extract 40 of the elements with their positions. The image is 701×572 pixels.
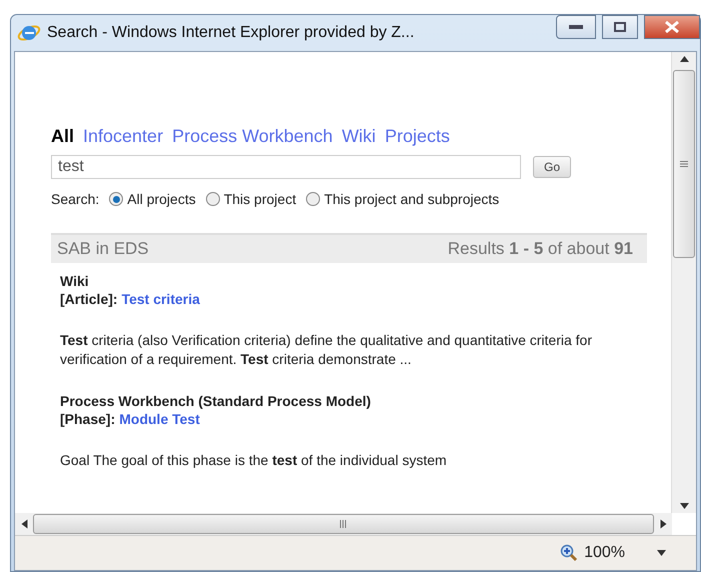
radio-button[interactable] <box>109 192 124 206</box>
scroll-thumb[interactable] <box>673 70 695 258</box>
scroll-left-icon[interactable] <box>21 520 27 528</box>
result-link[interactable]: Module Test <box>119 411 200 427</box>
search-label: Search: <box>51 191 100 207</box>
vertical-scrollbar[interactable] <box>671 52 696 513</box>
dropdown-caret-icon[interactable] <box>657 550 666 556</box>
result-type: [Article]: <box>60 291 118 307</box>
result-link[interactable]: Test criteria <box>122 291 200 307</box>
window-title: Search - Windows Internet Explorer provided by Z... <box>47 24 416 42</box>
project-name: SAB in EDS <box>57 239 149 259</box>
radio-label: This project and subprojects <box>324 191 500 207</box>
close-button[interactable] <box>644 15 700 39</box>
minimize-icon <box>569 25 583 29</box>
radio-button[interactable] <box>306 192 320 206</box>
close-icon <box>665 21 679 33</box>
result-type: [Phase]: <box>60 411 116 427</box>
search-tab[interactable]: All <box>51 126 74 147</box>
search-tab[interactable]: Wiki <box>342 126 376 147</box>
go-button[interactable]: Go <box>533 156 572 178</box>
search-tab[interactable]: Process Workbench <box>172 126 333 147</box>
result-source: Process Workbench (Standard Process Model) <box>60 393 371 409</box>
maximize-button[interactable] <box>602 15 638 39</box>
scroll-down-icon[interactable] <box>680 503 688 509</box>
search-tab[interactable]: Projects <box>384 126 450 147</box>
result-source: Wiki <box>60 273 89 289</box>
result-snippet: Test criteria (also Verification criteria) define the qualitative and quantitative criteria for verification of a requirement. Test criteria demonstrate ... <box>60 331 593 369</box>
maximize-icon <box>614 22 626 32</box>
search-tab[interactable]: Infocenter <box>83 126 164 147</box>
results-count: Results 1 - 5 of about 91 <box>448 239 633 259</box>
radio-label: All projects <box>127 191 196 207</box>
minimize-button[interactable] <box>556 15 596 39</box>
scroll-up-icon[interactable] <box>680 56 688 62</box>
zoom-icon[interactable] <box>560 544 578 562</box>
scroll-right-icon[interactable] <box>660 520 666 528</box>
result-snippet: Goal The goal of this phase is the test of the individual system <box>60 451 448 470</box>
search-field[interactable]: test <box>51 155 521 179</box>
radio-label: This project <box>224 191 296 207</box>
radio-button[interactable] <box>206 192 220 206</box>
zoom-level[interactable]: 100% <box>584 544 625 562</box>
